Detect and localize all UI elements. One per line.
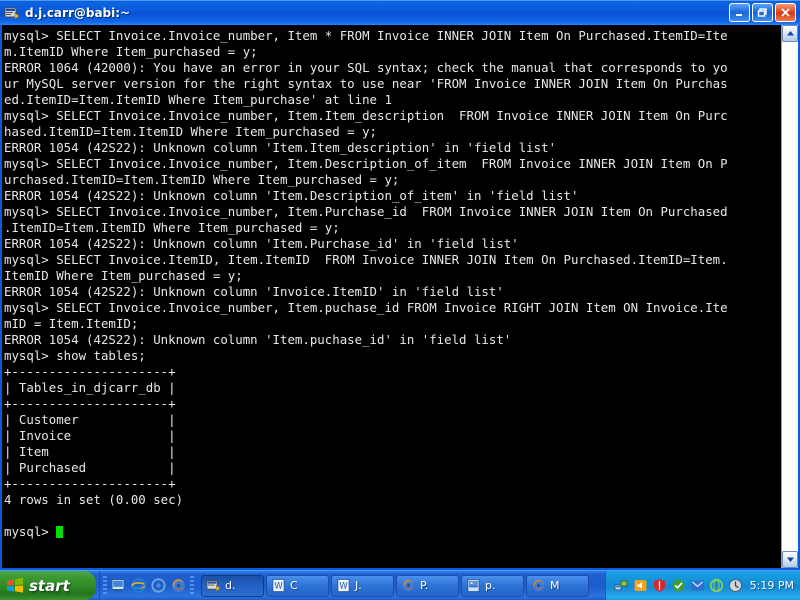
maximize-restore-button[interactable] [752, 3, 773, 22]
security-shield-icon[interactable] [652, 578, 667, 593]
terminal-line: +---------------------+ [4, 364, 176, 379]
update-icon[interactable] [671, 578, 686, 593]
system-tray: 5:19 PM [604, 571, 800, 600]
browser-tray-icon[interactable] [709, 578, 724, 593]
taskbar-task-label: M [550, 579, 560, 592]
svg-text:W: W [274, 580, 283, 590]
minimize-button[interactable] [729, 3, 750, 22]
terminal-line: | Item | [4, 444, 176, 459]
terminal-line: ERROR 1054 (42S22): Unknown column 'Item… [4, 188, 579, 203]
start-button[interactable]: start [0, 571, 96, 600]
terminal-line: mysql> show tables; [4, 348, 146, 363]
network-icon[interactable] [614, 578, 629, 593]
terminal-line: mysql> SELECT Invoice.Invoice_number, It… [4, 28, 728, 43]
firefox-icon[interactable] [170, 577, 187, 594]
terminal-line: ItemID Where Item_purchased = y; [4, 268, 243, 283]
taskbar-clock[interactable]: 5:19 PM [750, 579, 794, 592]
terminal-line: mysql> SELECT Invoice.ItemID, Item.ItemI… [4, 252, 728, 267]
window-controls [729, 3, 796, 22]
terminal-icon [206, 580, 221, 592]
taskbar-task-button[interactable]: P. [396, 574, 459, 597]
image-file-icon [467, 578, 480, 593]
terminal-icon [4, 5, 20, 21]
terminal-window: d.j.carr@babi:~ mysql> SELECT Invoice.In… [0, 0, 800, 570]
scroll-up-icon[interactable] [782, 25, 798, 42]
word-document-icon: W [272, 578, 285, 593]
terminal-line: | Tables_in_djcarr_db | [4, 380, 176, 395]
terminal-line: ERROR 1054 (42S22): Unknown column 'Item… [4, 140, 557, 155]
word-document-icon: W [337, 578, 350, 593]
task-button-list: d. W C W J. P. p. M [197, 571, 605, 600]
taskbar-task-button[interactable]: d. [201, 574, 264, 597]
quick-launch-grip-end[interactable] [190, 575, 194, 596]
terminal-prompt: mysql> [4, 524, 57, 539]
svg-text:W: W [339, 580, 348, 590]
internet-explorer-icon[interactable] [130, 577, 147, 594]
terminal-line: ur MySQL server version for the right sy… [4, 76, 728, 91]
firefox-icon [402, 579, 415, 592]
terminal-prompt-line: mysql> [4, 524, 781, 540]
terminal-line: ERROR 1054 (42S22): Unknown column 'Invo… [4, 284, 504, 299]
terminal-line: mID = Item.ItemID; [4, 316, 139, 331]
taskbar-task-button[interactable]: WC [266, 574, 329, 597]
scrollbar-track[interactable] [782, 42, 798, 551]
terminal-line: | Customer | [4, 412, 176, 427]
quick-launch-bar [99, 571, 197, 600]
terminal-line: | Invoice | [4, 428, 176, 443]
terminal-output[interactable]: mysql> SELECT Invoice.Invoice_number, It… [2, 25, 781, 568]
terminal-line: | Purchased | [4, 460, 176, 475]
scroll-down-icon[interactable] [782, 551, 798, 568]
taskbar-task-button[interactable]: p. [461, 574, 524, 597]
terminal-line: ERROR 1054 (42S22): Unknown column 'Item… [4, 332, 512, 347]
quick-launch-grip[interactable] [103, 575, 107, 596]
firefox-icon [532, 579, 545, 592]
media-player-icon[interactable] [150, 577, 167, 594]
start-label: start [29, 576, 70, 595]
terminal-line: mysql> SELECT Invoice.Invoice_number, It… [4, 156, 728, 171]
terminal-line: +---------------------+ [4, 396, 176, 411]
close-button[interactable] [775, 3, 796, 22]
show-desktop-icon[interactable] [110, 577, 127, 594]
terminal-line: .ItemID=Item.ItemID Where Item_purchased… [4, 220, 340, 235]
terminal-line: mysql> SELECT Invoice.Invoice_number, It… [4, 204, 728, 219]
window-client-area: mysql> SELECT Invoice.Invoice_number, It… [0, 25, 800, 570]
messenger-icon[interactable] [690, 578, 705, 593]
taskbar-task-button[interactable]: W J. [331, 574, 394, 597]
taskbar-task-label: J. [355, 579, 362, 592]
terminal-line: mysql> SELECT Invoice.Invoice_number, It… [4, 300, 728, 315]
window-title: d.j.carr@babi:~ [25, 5, 131, 20]
taskbar-task-label: p. [485, 579, 496, 592]
windows-flag-icon [7, 577, 23, 593]
terminal-line: ed.ItemID=Item.ItemID Where Item_purchas… [4, 92, 392, 107]
taskbar-task-button[interactable]: M [526, 574, 589, 597]
terminal-cursor [56, 526, 64, 538]
terminal-line: ERROR 1064 (42000): You have an error in… [4, 60, 728, 75]
terminal-line: 4 rows in set (0.00 sec) [4, 492, 184, 507]
terminal-line: hased.ItemID=Item.ItemID Where Item_purc… [4, 124, 377, 139]
terminal-line: urchased.ItemID=Item.ItemID Where Item_p… [4, 172, 400, 187]
terminal-line: mysql> SELECT Invoice.Invoice_number, It… [4, 108, 728, 123]
terminal-line: +---------------------+ [4, 476, 176, 491]
terminal-line: m.ItemID Where Item_purchased = y; [4, 44, 258, 59]
taskbar-task-label: C [290, 579, 298, 592]
taskbar-task-label: d. [225, 579, 236, 592]
clock-tray-icon[interactable] [728, 578, 743, 593]
vertical-scrollbar[interactable] [781, 25, 798, 568]
taskbar: start d. W C W J. P. p. M 5:19 PM [0, 570, 800, 600]
window-titlebar[interactable]: d.j.carr@babi:~ [0, 0, 800, 25]
taskbar-task-label: P. [420, 579, 429, 592]
volume-icon[interactable] [633, 578, 648, 593]
terminal-line: ERROR 1054 (42S22): Unknown column 'Item… [4, 236, 519, 251]
